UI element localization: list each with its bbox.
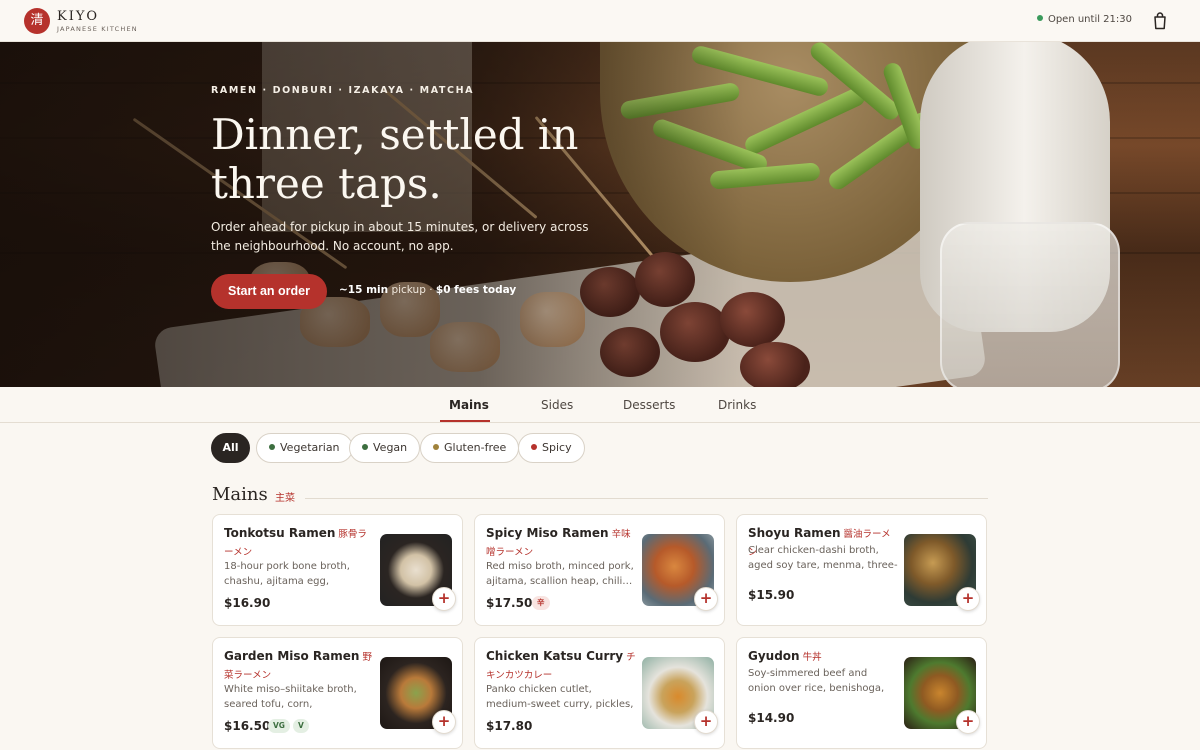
filter-all[interactable]: All [211, 433, 250, 463]
item-description: 18-hour pork bone broth, chashu, ajitama… [224, 561, 350, 587]
vegetarian-tag: V [293, 719, 309, 733]
section-divider [305, 498, 988, 499]
item-price: $14.90 [748, 711, 795, 725]
tab-desserts[interactable]: Desserts [623, 398, 675, 412]
item-description: Red miso broth, minced pork, ajitama, sc… [486, 561, 634, 587]
add-to-cart-button[interactable]: + [956, 587, 980, 611]
menu-item-card[interactable]: Gyudon 牛丼 Soy-simmered beef and onion ove… [736, 637, 987, 749]
brand-subtitle: JAPANESE KITCHEN [57, 25, 138, 33]
spicy-dot-icon [531, 444, 537, 450]
item-title: Tonkotsu Ramen [224, 526, 336, 540]
start-order-button[interactable]: Start an order [211, 274, 327, 309]
shopping-bag-icon [1154, 12, 1166, 30]
filter-label: Gluten-free [444, 441, 507, 454]
add-to-cart-button[interactable]: + [432, 587, 456, 611]
vegetarian-dot-icon [269, 444, 275, 450]
tab-drinks[interactable]: Drinks [718, 398, 756, 412]
item-name: Spicy Miso Ramen 辛味噌ラーメン [486, 525, 636, 561]
item-price: $17.50 [486, 596, 533, 610]
menu-item-card[interactable]: Shoyu Ramen 醤油ラーメン Clear chicken-dashi br… [736, 514, 987, 626]
filter-vegetarian[interactable]: Vegetarian [256, 433, 353, 463]
item-title: Garden Miso Ramen [224, 649, 360, 663]
item-title: Gyudon [748, 649, 800, 663]
item-price: $16.90 [224, 596, 271, 610]
section-title: Mains [212, 484, 268, 505]
item-name: Chicken Katsu Curry チキンカツカレー [486, 648, 636, 684]
vegan-dot-icon [362, 444, 368, 450]
menu-item-card[interactable]: Garden Miso Ramen 野菜ラーメン White miso–shiit… [212, 637, 463, 749]
logo-icon[interactable]: 清 [24, 8, 50, 34]
add-to-cart-button[interactable]: + [694, 587, 718, 611]
filter-gluten-free[interactable]: Gluten-free [420, 433, 520, 463]
menu-item-card[interactable]: Tonkotsu Ramen 豚骨ラーメン 18-hour pork bone b… [212, 514, 463, 626]
category-tabs: Mains Sides Desserts Drinks [0, 387, 1200, 423]
add-to-cart-button[interactable]: + [956, 710, 980, 734]
item-title: Spicy Miso Ramen [486, 526, 609, 540]
cart-button[interactable] [1152, 12, 1168, 30]
spicy-tag: 辛 [532, 596, 550, 610]
item-description: Panko chicken cutlet, medium-sweet curry… [486, 684, 634, 710]
item-description: Soy-simmered beef and onion over rice, b… [748, 668, 885, 694]
meta-separator: · [429, 284, 433, 296]
filter-label: Vegan [373, 441, 408, 454]
filter-label: Spicy [542, 441, 572, 454]
menu-item-card[interactable]: Chicken Katsu Curry チキンカツカレー Panko chicke… [474, 637, 725, 749]
item-title: Chicken Katsu Curry [486, 649, 624, 663]
tab-sides[interactable]: Sides [541, 398, 573, 412]
item-price: $17.80 [486, 719, 533, 733]
brand-name[interactable]: KIYO [57, 9, 99, 24]
filter-spicy[interactable]: Spicy [518, 433, 585, 463]
order-meta: ~15 min pickup · $0 fees today [339, 284, 516, 296]
item-description: White miso–shiitake broth, seared tofu, … [224, 684, 357, 710]
filter-label: Vegetarian [280, 441, 340, 454]
hero-banner [0, 42, 1200, 387]
add-to-cart-button[interactable]: + [694, 710, 718, 734]
vegan-tag: VG [268, 719, 290, 733]
status-dot-icon [1036, 15, 1043, 21]
fees-note: $0 fees today [435, 284, 517, 296]
hero-title: Dinner, settled in three taps. [211, 110, 579, 208]
pickup-label: pickup [391, 284, 426, 296]
pickup-time: ~15 min [339, 284, 389, 296]
tab-mains[interactable]: Mains [449, 398, 489, 412]
filter-label: All [222, 441, 239, 454]
open-status: Open until 21:30 [1036, 14, 1132, 25]
item-price: $16.50 [224, 719, 271, 733]
top-bar: 清 KIYO JAPANESE KITCHEN Open until 21:30 [0, 0, 1200, 42]
item-price: $15.90 [748, 588, 795, 602]
item-name: Garden Miso Ramen 野菜ラーメン [224, 648, 374, 684]
item-name: Tonkotsu Ramen 豚骨ラーメン [224, 525, 374, 561]
item-name-jp: 牛丼 [802, 652, 822, 663]
hero-tagline: RAMEN · DONBURI · IZAKAYA · MATCHA [211, 85, 475, 96]
filter-vegan[interactable]: Vegan [349, 433, 421, 463]
open-status-text: Open until 21:30 [1047, 14, 1132, 25]
gluten-free-dot-icon [433, 444, 439, 450]
item-description: Clear chicken-dashi broth, aged soy tare… [748, 545, 898, 571]
hero-subtitle: Order ahead for pickup in about 15 minut… [211, 220, 589, 253]
menu-item-card[interactable]: Spicy Miso Ramen 辛味噌ラーメン Red miso broth, … [474, 514, 725, 626]
section-title-jp: 主菜 [275, 493, 295, 504]
item-name: Gyudon 牛丼 [748, 648, 898, 666]
item-title: Shoyu Ramen [748, 526, 841, 540]
add-to-cart-button[interactable]: + [432, 710, 456, 734]
active-tab-indicator [440, 420, 490, 422]
